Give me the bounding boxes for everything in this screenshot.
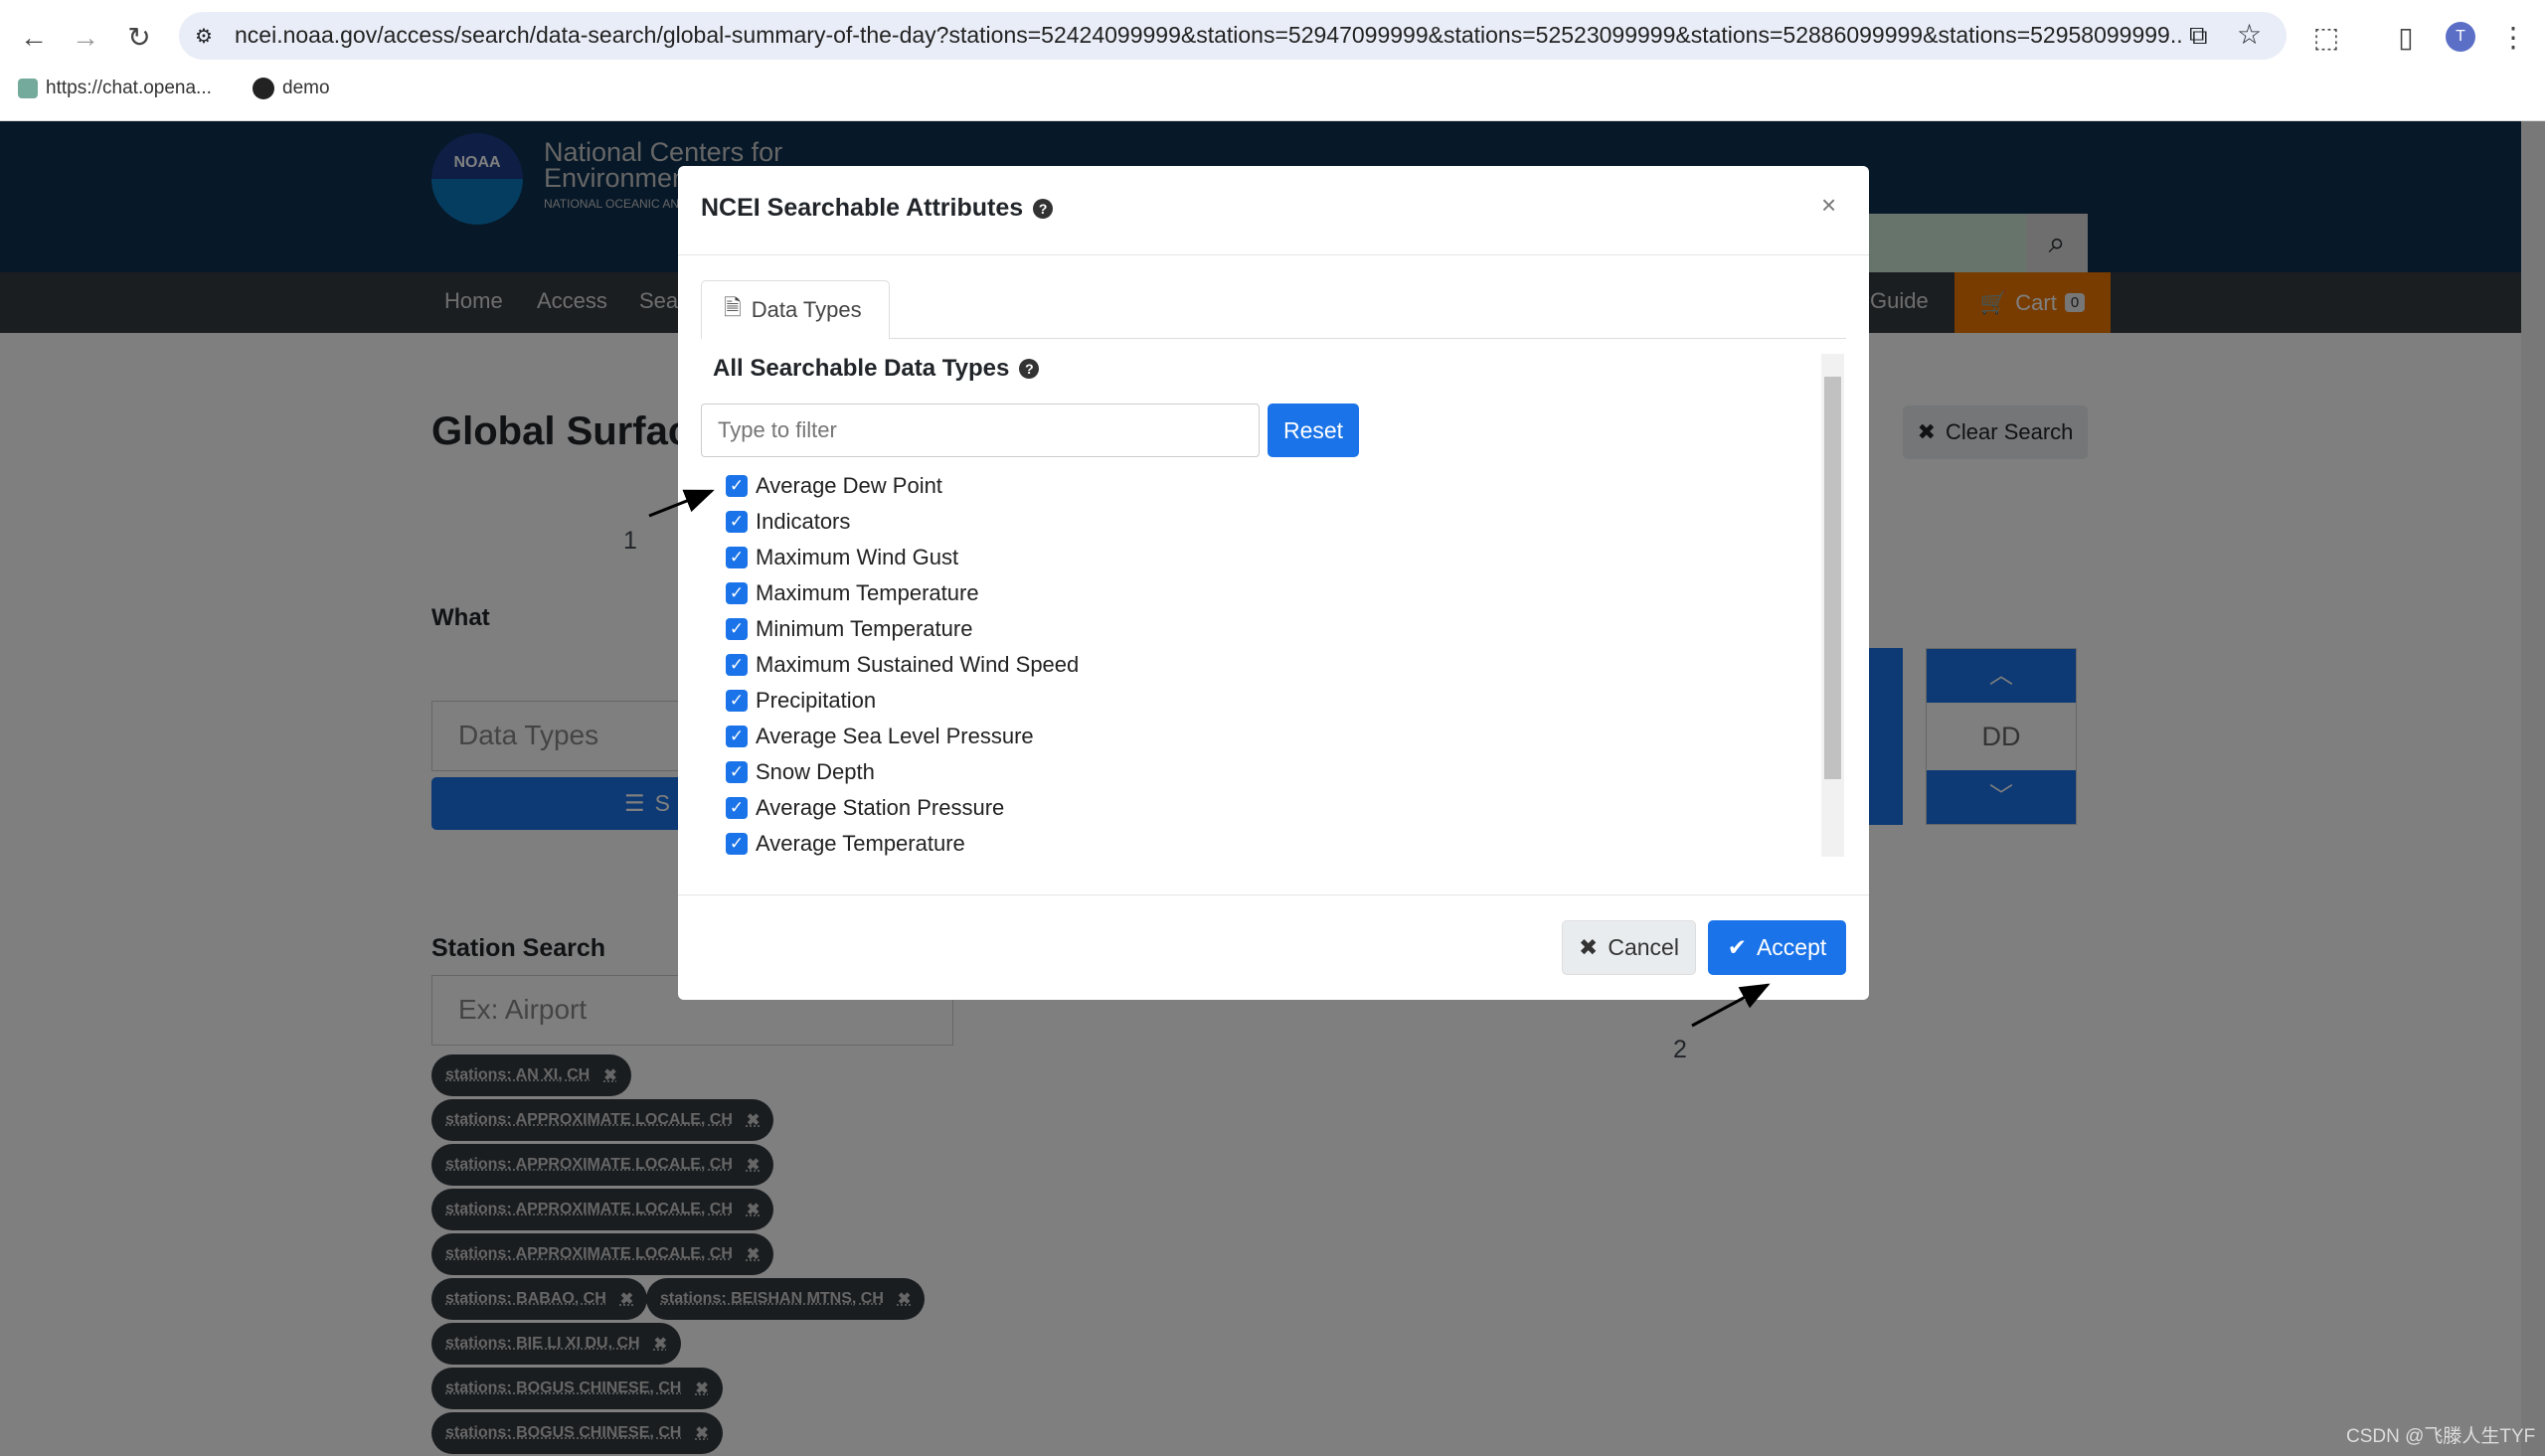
watermark: CSDN @飞滕人生TYF: [2346, 1426, 2536, 1447]
annotation-arrows: [648, 489, 1771, 1028]
annotation-label-1: 1: [623, 527, 637, 555]
arrow-1: [648, 489, 715, 518]
arrow-2: [1691, 983, 1771, 1028]
annotation-label-2: 2: [1673, 1036, 1687, 1063]
